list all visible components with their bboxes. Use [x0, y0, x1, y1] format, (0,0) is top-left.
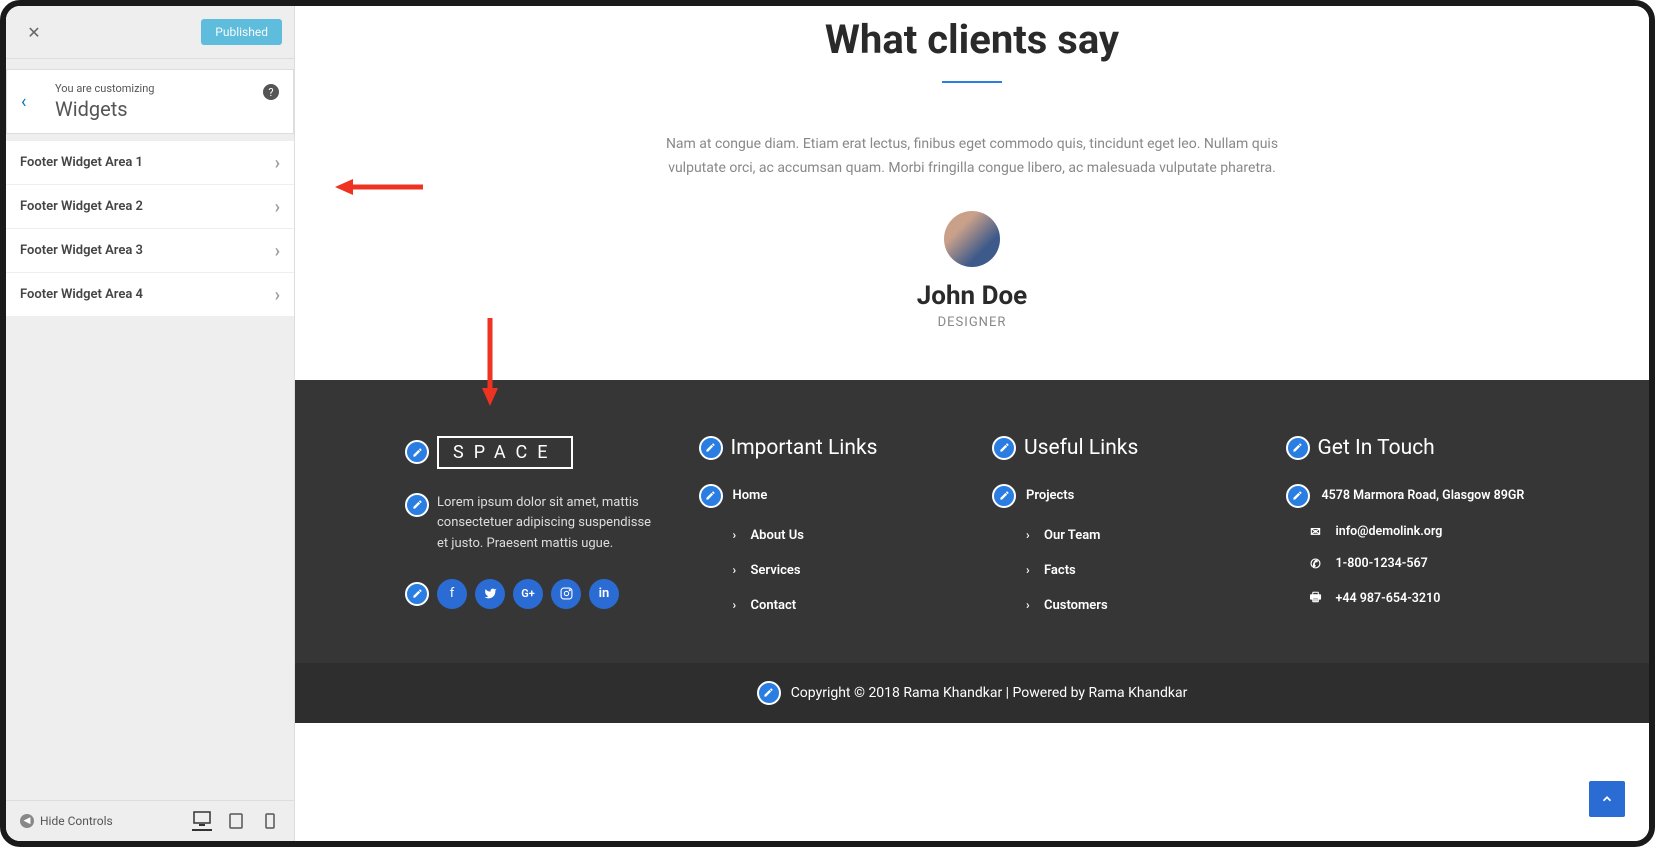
scroll-top-button[interactable] [1589, 781, 1625, 817]
chevron-right-icon: › [733, 563, 741, 577]
phone-icon: ✆ [1308, 556, 1324, 572]
chevron-right-icon: › [1026, 528, 1034, 542]
footer-link[interactable]: › Customers [992, 588, 1246, 623]
widget-area-item[interactable]: Footer Widget Area 4 [6, 273, 294, 317]
chevron-right-icon: › [1026, 598, 1034, 612]
footer-col-about: SPACE Lorem ipsum dolor sit amet, mattis… [405, 436, 659, 623]
edit-widget-icon[interactable] [405, 493, 429, 517]
widget-area-item[interactable]: Footer Widget Area 3 [6, 229, 294, 273]
widget-area-item[interactable]: Footer Widget Area 2 [6, 185, 294, 229]
edit-widget-icon[interactable] [699, 436, 723, 460]
testimonial-role: DESIGNER [395, 315, 1549, 330]
hide-controls-label: Hide Controls [40, 814, 113, 828]
contact-phone[interactable]: ✆ 1-800-1234-567 [1286, 548, 1540, 580]
customizer-sidebar: ✕ Published ‹ You are customizing Widget… [6, 6, 295, 841]
back-icon[interactable]: ‹ [21, 91, 26, 112]
footer-col-important-links: Important Links Home › About Us › Services… [699, 436, 953, 623]
footer-col-contact: Get In Touch 4578 Marmora Road, Glasgow … [1286, 436, 1540, 623]
footer-link-label: Services [751, 563, 801, 578]
edit-widget-icon[interactable] [1286, 484, 1310, 508]
desktop-icon[interactable] [192, 811, 212, 831]
close-icon[interactable]: ✕ [18, 16, 50, 48]
widget-area-list: Footer Widget Area 1 Footer Widget Area … [6, 140, 294, 317]
copyright-bar: Copyright © 2018 Rama Khandkar | Powered… [295, 663, 1649, 723]
contact-value: +44 987-654-3210 [1336, 591, 1441, 606]
copyright-text: Copyright © 2018 Rama Khandkar | Powered… [791, 685, 1188, 701]
sidebar-footer: ◀ Hide Controls [6, 800, 294, 841]
widget-area-item[interactable]: Footer Widget Area 1 [6, 140, 294, 185]
contact-value: info@demolink.org [1336, 524, 1443, 539]
customizing-label: You are customizing [55, 82, 154, 95]
edit-widget-icon[interactable] [992, 436, 1016, 460]
footer-link-label: Customers [1044, 598, 1108, 613]
testimonial-heading: What clients say [395, 16, 1549, 63]
edit-widget-icon[interactable] [699, 484, 723, 508]
footer-link-label: Our Team [1044, 528, 1100, 543]
tablet-icon[interactable] [226, 811, 246, 831]
edit-widget-icon[interactable] [757, 681, 781, 705]
footer-section: SPACE Lorem ipsum dolor sit amet, mattis… [295, 380, 1649, 663]
edit-widget-icon[interactable] [992, 484, 1016, 508]
annotation-arrow-horizontal [335, 172, 425, 202]
annotation-arrow-vertical [475, 316, 505, 406]
facebook-icon[interactable]: f [437, 579, 467, 609]
help-icon[interactable]: ? [263, 84, 279, 100]
footer-link[interactable]: Home [699, 484, 953, 518]
footer-link[interactable]: › Services [699, 553, 953, 588]
social-icons: f G+ in [405, 579, 659, 609]
heading-underline [942, 81, 1002, 83]
chevron-right-icon: › [733, 528, 741, 542]
device-switcher [192, 811, 280, 831]
hide-controls-button[interactable]: ◀ Hide Controls [20, 814, 113, 828]
testimonial-text: Nam at congue diam. Etiam erat lectus, f… [662, 133, 1282, 181]
footer-logo: SPACE [437, 436, 573, 469]
chevron-right-icon: › [1026, 563, 1034, 577]
twitter-icon[interactable] [475, 579, 505, 609]
contact-email[interactable]: ✉ info@demolink.org [1286, 516, 1540, 548]
chevron-right-icon: › [733, 598, 741, 612]
footer-link[interactable]: › Contact [699, 588, 953, 623]
edit-widget-icon[interactable] [1286, 436, 1310, 460]
avatar [944, 211, 1000, 267]
footer-link-label: Contact [751, 598, 797, 613]
sidebar-topbar: ✕ Published [6, 6, 294, 59]
panel-title: Widgets [55, 97, 154, 121]
fax-icon: 🖶 [1308, 588, 1324, 609]
contact-value: 4578 Marmora Road, Glasgow 89GR [1322, 488, 1525, 503]
footer-link[interactable]: › Facts [992, 553, 1246, 588]
instagram-icon[interactable] [551, 579, 581, 609]
footer-col-title: Get In Touch [1318, 436, 1435, 460]
footer-link[interactable]: › Our Team [992, 518, 1246, 553]
linkedin-icon[interactable]: in [589, 579, 619, 609]
footer-link[interactable]: Projects [992, 484, 1246, 518]
contact-address: 4578 Marmora Road, Glasgow 89GR [1286, 484, 1540, 516]
footer-link-label: Home [733, 488, 768, 503]
panel-header: ‹ You are customizing Widgets ? [6, 69, 294, 134]
footer-about-text: Lorem ipsum dolor sit amet, mattis conse… [437, 493, 659, 555]
envelope-icon: ✉ [1308, 524, 1324, 540]
edit-widget-icon[interactable] [405, 582, 429, 606]
footer-col-title: Important Links [731, 436, 878, 460]
footer-link-label: Projects [1026, 488, 1074, 503]
contact-value: 1-800-1234-567 [1336, 556, 1428, 571]
published-button[interactable]: Published [201, 19, 282, 45]
footer-link-label: About Us [751, 528, 804, 543]
mobile-icon[interactable] [260, 811, 280, 831]
footer-col-title: Useful Links [1024, 436, 1138, 460]
footer-link-label: Facts [1044, 563, 1076, 578]
preview-pane: What clients say Nam at congue diam. Eti… [295, 6, 1649, 841]
footer-col-useful-links: Useful Links Projects › Our Team › Facts ›… [992, 436, 1246, 623]
testimonial-name: John Doe [395, 281, 1549, 311]
googleplus-icon[interactable]: G+ [513, 579, 543, 609]
collapse-icon: ◀ [20, 814, 34, 828]
contact-fax: 🖶 +44 987-654-3210 [1286, 580, 1540, 617]
footer-link[interactable]: › About Us [699, 518, 953, 553]
edit-widget-icon[interactable] [405, 440, 429, 464]
